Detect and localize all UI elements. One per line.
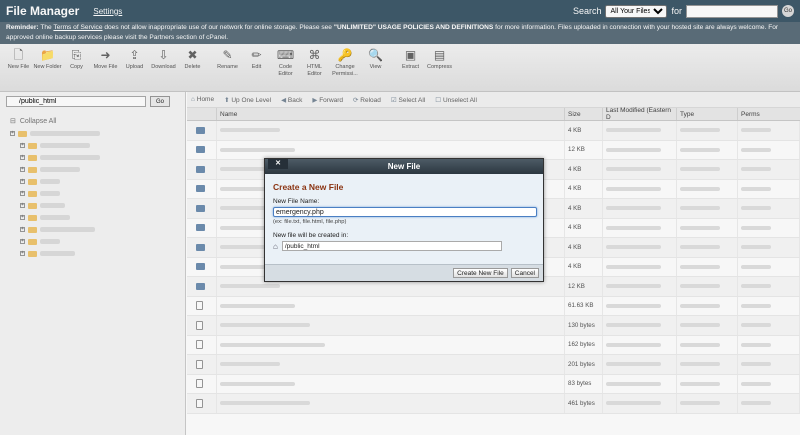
file-name-input[interactable]: emergency.php [273,207,537,217]
file-name-label: New File Name: [273,198,320,205]
location-input[interactable]: /public_html [281,241,502,251]
close-icon[interactable]: ✕ [268,159,288,169]
location-label: New file will be created in: [273,232,349,239]
dialog-title-bar: ✕ New File [265,159,543,174]
dialog-heading: Create a New File [273,182,344,192]
file-name-hint: (ex: file.txt, file.html, file.php) [273,219,347,225]
dialog-footer: Create New File Cancel [265,264,543,281]
cancel-button[interactable]: Cancel [510,268,539,278]
create-new-file-button[interactable]: Create New File [453,268,508,278]
home-folder-icon: ⌂ [273,241,278,251]
new-file-dialog: ✕ New File Create a New File New File Na… [264,158,544,282]
dialog-title: New File [387,162,421,171]
dialog-body: Create a New File New File Name: emergen… [265,174,543,251]
location-row: ⌂ /public_html [273,241,535,251]
